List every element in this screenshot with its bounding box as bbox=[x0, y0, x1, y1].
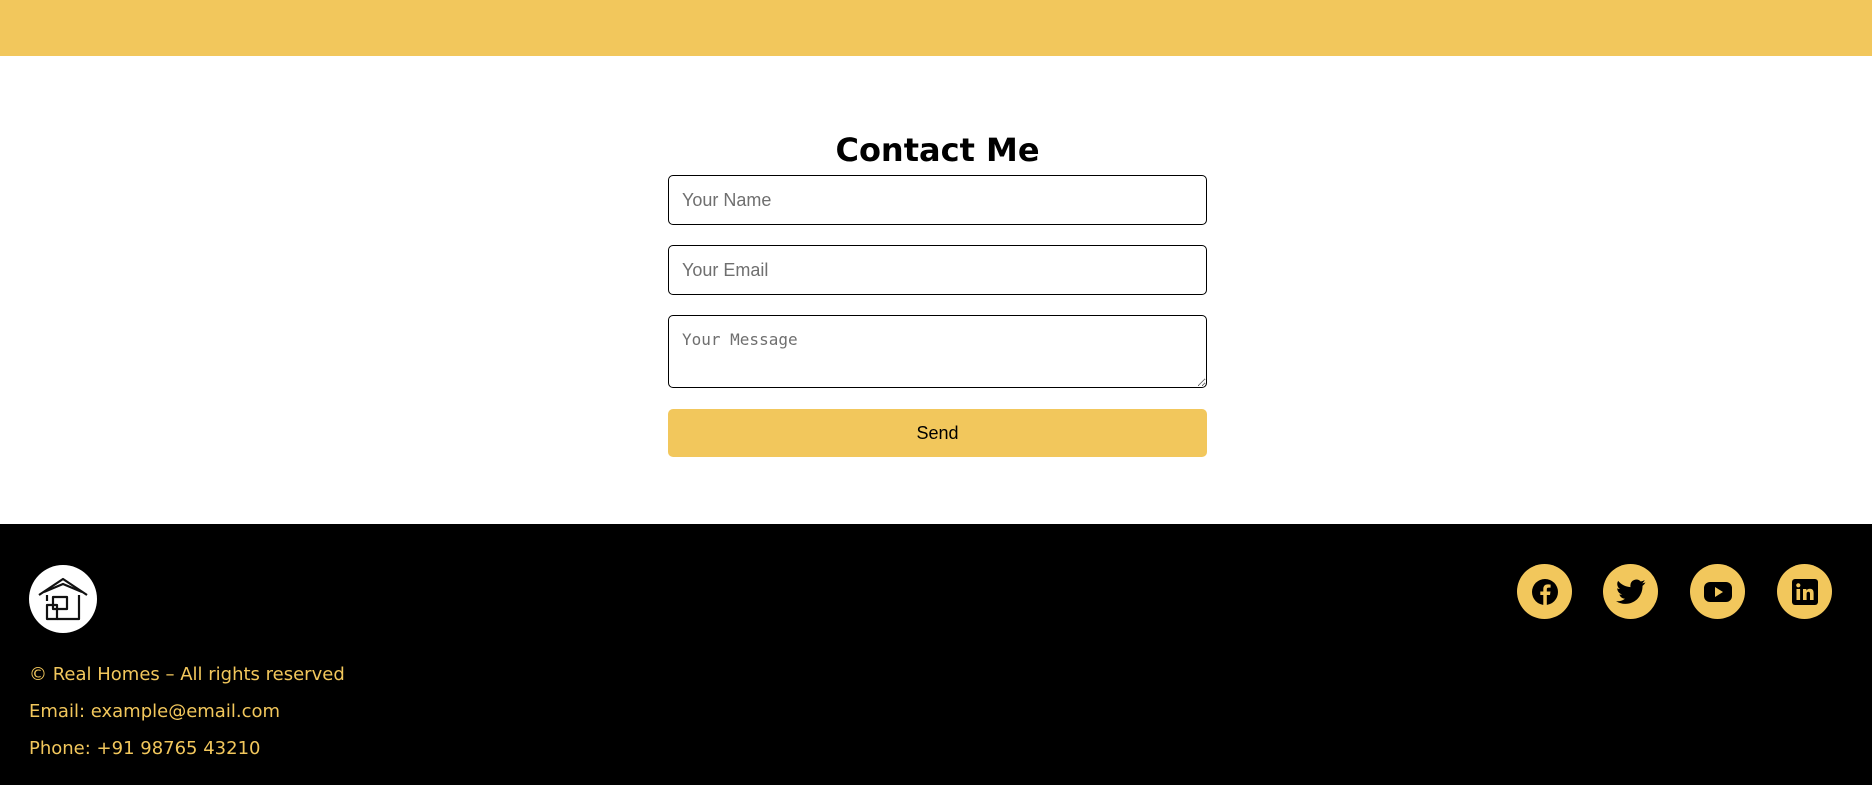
site-footer: © Real Homes – All rights reserved Email… bbox=[0, 524, 1872, 785]
footer-email: Email: example@email.com bbox=[29, 701, 281, 722]
send-button[interactable]: Send bbox=[668, 409, 1207, 457]
linkedin-icon[interactable] bbox=[1777, 564, 1832, 619]
twitter-icon[interactable] bbox=[1603, 564, 1658, 619]
youtube-icon[interactable] bbox=[1690, 564, 1745, 619]
email-input[interactable] bbox=[668, 245, 1207, 295]
facebook-icon[interactable] bbox=[1517, 564, 1572, 619]
house-logo-icon[interactable] bbox=[29, 565, 97, 633]
message-textarea[interactable] bbox=[668, 315, 1207, 388]
contact-section: Contact Me Send bbox=[668, 128, 1207, 457]
name-input[interactable] bbox=[668, 175, 1207, 225]
footer-phone: Phone: +91 98765 43210 bbox=[29, 738, 261, 759]
contact-title: Contact Me bbox=[835, 131, 1040, 169]
top-banner bbox=[0, 0, 1872, 56]
footer-copyright: © Real Homes – All rights reserved bbox=[29, 664, 345, 685]
